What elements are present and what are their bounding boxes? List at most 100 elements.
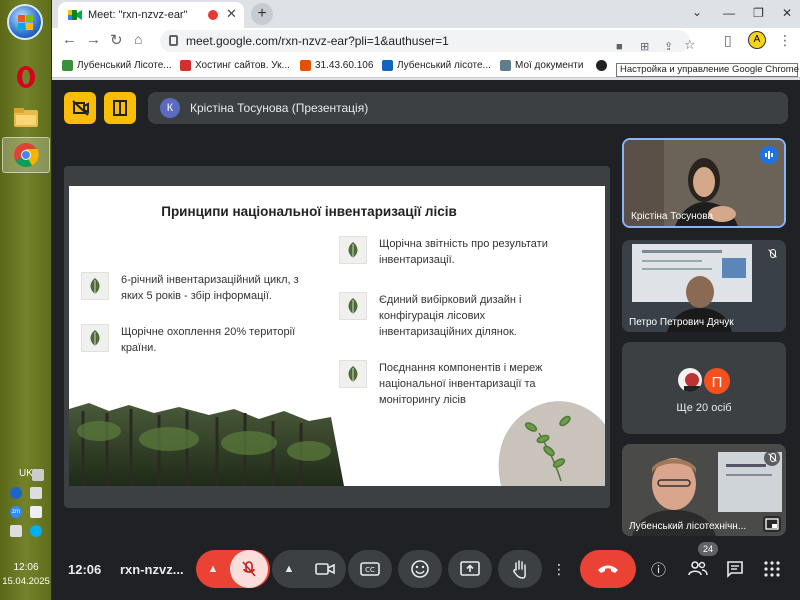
flag-tray-icon[interactable]: [30, 506, 42, 518]
leaf-icon: [81, 272, 109, 300]
google-meet-icon: [68, 9, 82, 21]
chrome-menu-tooltip: Настройка и управление Google Chrome: [616, 63, 799, 77]
leave-call-button[interactable]: [580, 550, 636, 588]
side-panel-icon[interactable]: ▯: [724, 32, 732, 49]
bookmark-favicon-icon: [382, 60, 393, 71]
participant-initial-avatar: П: [702, 366, 732, 396]
people-icon[interactable]: [688, 560, 708, 576]
tab-title: Meet: "rxn-nzvz-ear": [88, 9, 188, 21]
participant-avatar: [676, 366, 704, 394]
opera-icon: [17, 66, 35, 88]
speaking-indicator-icon: [760, 146, 778, 164]
participant-tile[interactable]: Крістіна Тосунова: [622, 138, 786, 228]
more-participants-label: Ще 20 осіб: [676, 402, 732, 414]
leaf-icon: [81, 324, 109, 352]
slide-title: Принципи національної інвентаризації ліс…: [161, 204, 457, 219]
tab-close-icon[interactable]: ✕: [226, 6, 237, 22]
mic-off-icon: [242, 561, 256, 577]
address-url: meet.google.com/rxn-nzvz-ear?pli=1&authu…: [186, 34, 449, 48]
home-icon[interactable]: ⌂: [134, 31, 142, 47]
new-tab-button[interactable]: +: [251, 3, 273, 25]
tab-strip: Meet: "rxn-nzvz-ear" ✕ + ⌄ — ❐ ✕: [52, 0, 800, 28]
profile-avatar[interactable]: A: [748, 31, 766, 49]
participant-name: Лубенський лісотехнічн...: [629, 521, 747, 532]
layout-button[interactable]: [104, 92, 136, 124]
slide-bullet: 6-річний інвентаризаційний цикл, з яких …: [81, 272, 321, 304]
bookmark-item[interactable]: Хостинг сайтов. Ук...: [180, 60, 290, 71]
audio-options-chevron-icon[interactable]: ▲: [196, 563, 230, 575]
help-icon[interactable]: [10, 487, 22, 499]
file-explorer-taskbar-button[interactable]: [6, 100, 46, 134]
bookmark-favicon-icon: [62, 60, 73, 71]
captions-icon: CC: [360, 562, 380, 576]
taskbar-date[interactable]: 15.04.2025: [0, 576, 52, 587]
mic-control: ▲: [196, 550, 270, 588]
chrome-icon: [14, 143, 39, 168]
participant-name: Петро Петрович Дячук: [629, 317, 734, 328]
bookmark-item[interactable]: [596, 60, 611, 71]
layout-icon: [113, 100, 127, 116]
activities-grid-icon[interactable]: [764, 561, 780, 577]
reactions-button[interactable]: [398, 550, 442, 588]
windows-taskbar: UK zm 12:06 15.04.2025: [0, 0, 52, 600]
camera-control: ▲: [272, 550, 346, 588]
reload-icon[interactable]: ↻: [110, 31, 123, 49]
bookmark-favicon-icon: [596, 60, 607, 71]
chrome-menu-icon[interactable]: ⋮: [778, 32, 792, 49]
keyboard-language[interactable]: UK: [0, 468, 52, 479]
more-options-button[interactable]: ⋮: [548, 550, 570, 588]
tab-search-icon[interactable]: ⌄: [692, 5, 702, 19]
bookmark-item[interactable]: Лубенський Лісоте...: [62, 60, 172, 71]
skype-tray-icon[interactable]: [30, 525, 42, 537]
chrome-taskbar-button[interactable]: [2, 137, 50, 173]
raise-hand-button[interactable]: [498, 550, 542, 588]
bookmark-star-icon[interactable]: ☆: [684, 34, 696, 56]
participant-tile[interactable]: Лубенський лісотехнічн...: [622, 444, 786, 536]
video-options-chevron-icon[interactable]: ▲: [272, 563, 306, 575]
zoom-tray-icon[interactable]: zm: [10, 506, 22, 518]
volume-icon[interactable]: [10, 525, 22, 537]
mic-off-icon: [764, 246, 780, 262]
forward-icon[interactable]: →: [86, 31, 101, 48]
more-participants-tile[interactable]: П Ще 20 осіб: [622, 342, 786, 434]
present-screen-icon: [460, 561, 480, 576]
back-icon[interactable]: ←: [62, 31, 77, 48]
meeting-code[interactable]: rxn-nzvz...: [120, 562, 184, 577]
hide-presenter-button[interactable]: [64, 92, 96, 124]
slide-bullet: Щорічна звітність про результати інвента…: [339, 236, 569, 268]
folder-icon: [14, 108, 38, 127]
slide-bullet: Щорічне охоплення 20% території країни.: [81, 324, 321, 356]
windows-logo-icon: [18, 15, 34, 31]
minimize-icon[interactable]: —: [723, 6, 735, 20]
pin-icon[interactable]: [763, 516, 781, 532]
present-button[interactable]: [448, 550, 492, 588]
bookmark-item[interactable]: Мої документи: [500, 60, 583, 71]
mic-toggle-button[interactable]: [230, 550, 268, 588]
opera-taskbar-button[interactable]: [6, 60, 46, 94]
address-bar[interactable]: meet.google.com/rxn-nzvz-ear?pli=1&authu…: [160, 30, 696, 53]
windows-start-button[interactable]: [7, 4, 43, 40]
meet-control-bar: 12:06 rxn-nzvz... ▲ ▲ CC ⋮ ⓘ 24: [52, 540, 800, 600]
bookmark-favicon-icon: [500, 60, 511, 71]
slide-bullet: Єдиний вибірковий дизайн і конфігурація …: [339, 292, 569, 340]
bookmark-item[interactable]: Лубенський лісоте...: [382, 60, 491, 71]
blob-shape: [498, 401, 605, 486]
captions-button[interactable]: CC: [348, 550, 392, 588]
end-call-icon: [598, 565, 618, 573]
participants-count-badge: 24: [698, 542, 718, 556]
presenter-label: Крістіна Тосунова (Презентація): [190, 101, 369, 115]
chat-icon[interactable]: [726, 560, 744, 578]
svg-text:CC: CC: [365, 566, 375, 574]
presentation-slide: Принципи національної інвентаризації ліс…: [69, 186, 605, 486]
taskbar-clock[interactable]: 12:06: [0, 562, 52, 573]
camera-toggle-button[interactable]: [306, 550, 344, 588]
leaf-icon: [339, 292, 367, 320]
participant-tile[interactable]: Петро Петрович Дячук: [622, 240, 786, 332]
tab-meet[interactable]: Meet: "rxn-nzvz-ear" ✕: [58, 2, 244, 28]
maximize-icon[interactable]: ❐: [753, 6, 764, 20]
meeting-details-icon[interactable]: ⓘ: [651, 559, 666, 580]
bookmark-item[interactable]: 31.43.60.106: [300, 60, 373, 71]
close-window-icon[interactable]: ✕: [782, 6, 792, 20]
network-icon[interactable]: [30, 487, 42, 499]
recording-icon: [208, 10, 218, 20]
